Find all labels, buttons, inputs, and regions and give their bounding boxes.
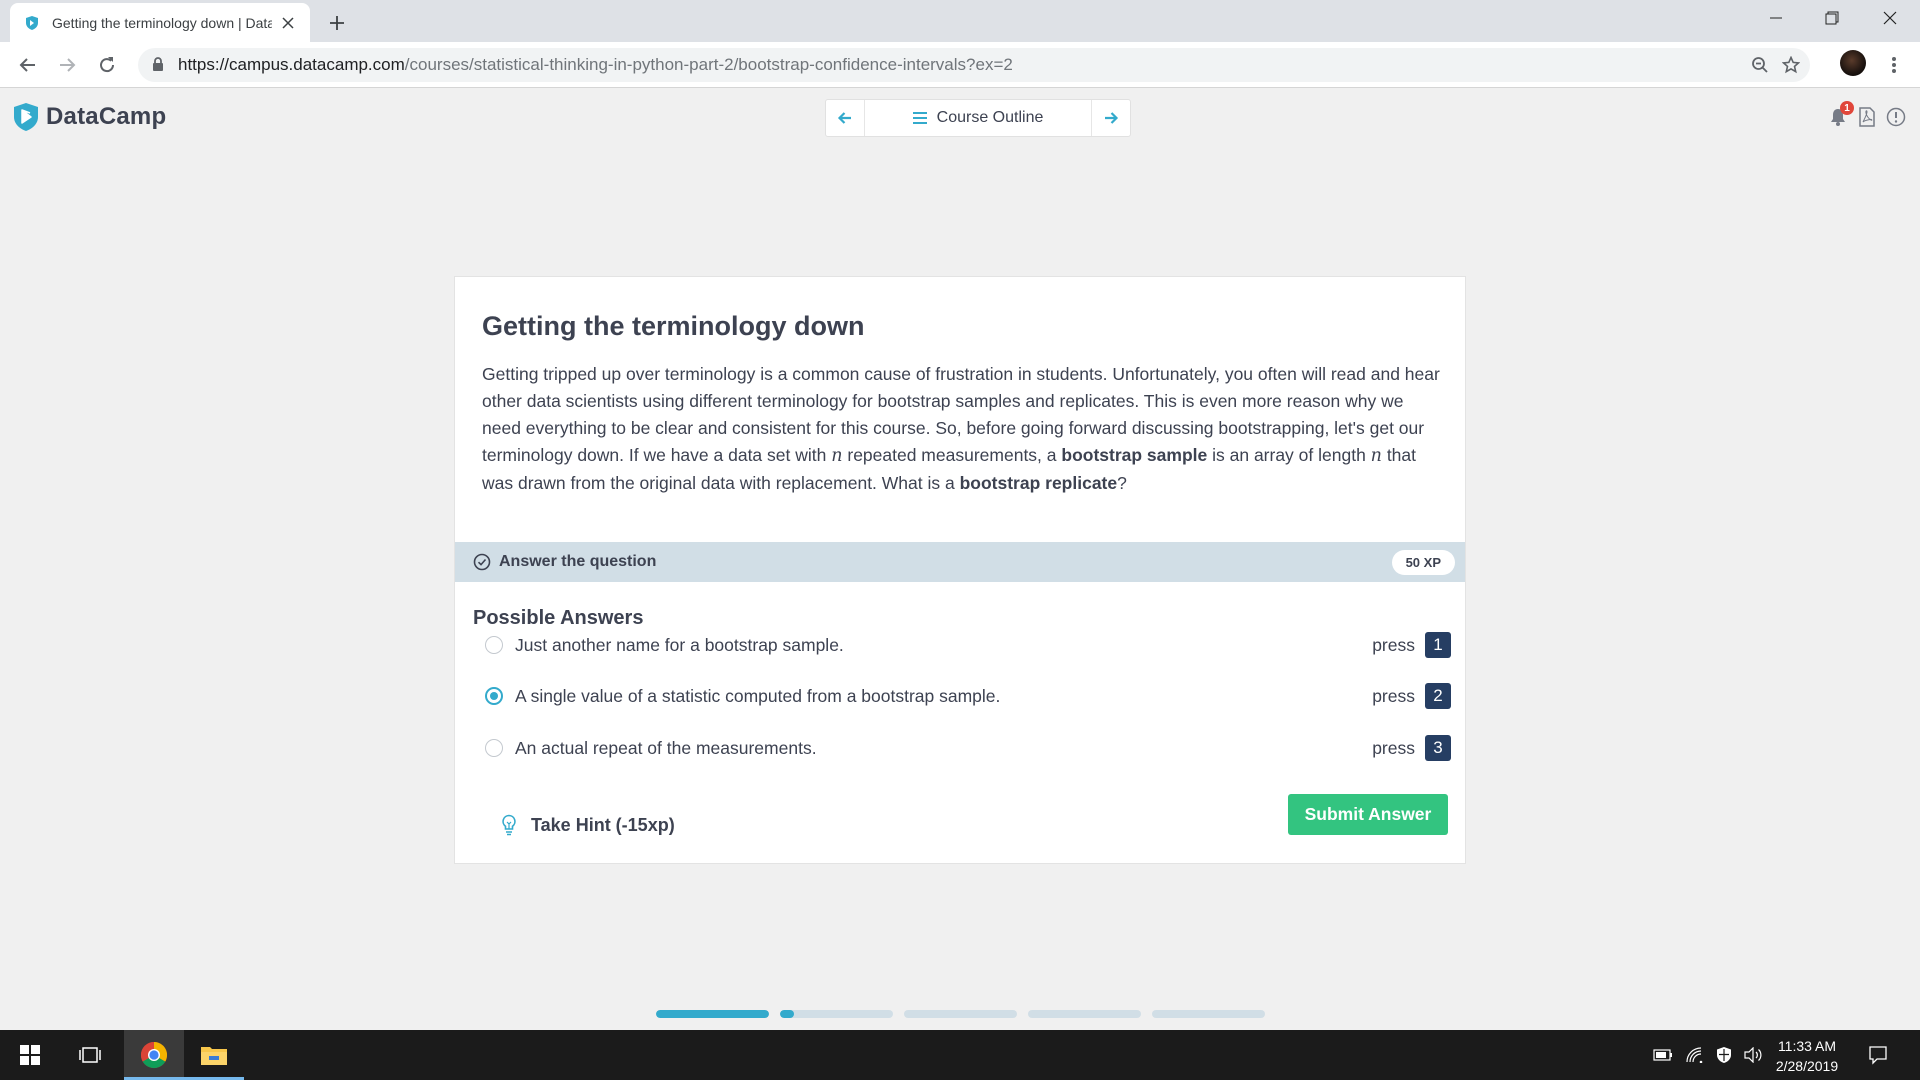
hint-label: Take Hint (-15xp)	[531, 814, 675, 835]
chrome-taskbar-icon[interactable]	[124, 1030, 184, 1080]
description-text: ?	[1117, 473, 1127, 493]
clock-time: 11:33 AM	[1777, 1038, 1837, 1054]
menu-icon	[912, 112, 927, 124]
progress-fill	[656, 1010, 769, 1018]
press-label: press	[1372, 737, 1415, 758]
task-view-icon[interactable]	[60, 1030, 120, 1080]
report-issue-icon[interactable]	[1884, 105, 1908, 129]
volume-icon[interactable]	[1742, 1045, 1764, 1065]
radio-button-selected[interactable]	[485, 687, 503, 705]
radio-button[interactable]	[485, 739, 503, 757]
lightbulb-icon	[501, 814, 519, 836]
clock-date: 2/28/2019	[1775, 1058, 1839, 1074]
browser-toolbar: https://campus.datacamp.com/courses/stat…	[0, 42, 1920, 88]
wifi-icon[interactable]	[1684, 1045, 1706, 1065]
possible-answers-title: Possible Answers	[473, 607, 644, 629]
description-bold: bootstrap sample	[1061, 445, 1208, 465]
exercise-card: Getting the terminology down Getting tri…	[454, 276, 1466, 864]
url-path: /courses/statistical-thinking-in-python-…	[404, 55, 1013, 74]
answer-text: Just another name for a bootstrap sample…	[515, 634, 844, 655]
security-shield-icon[interactable]	[1713, 1045, 1735, 1065]
answer-option-2[interactable]: A single value of a statistic computed f…	[485, 681, 1451, 711]
system-clock[interactable]: 11:33 AM 2/28/2019	[1762, 1036, 1852, 1076]
math-variable: n	[1370, 446, 1382, 466]
battery-icon[interactable]	[1652, 1045, 1674, 1065]
url-text: https://campus.datacamp.com/courses/stat…	[178, 55, 1013, 75]
new-tab-button[interactable]	[322, 8, 352, 38]
progress-segment	[1152, 1010, 1265, 1018]
datacamp-favicon-icon	[24, 15, 40, 31]
datacamp-logo[interactable]: DataCamp	[10, 101, 166, 133]
xp-badge: 50 XP	[1391, 550, 1455, 575]
arrow-left-icon	[837, 112, 851, 124]
url-host: https://campus.datacamp.com	[178, 55, 405, 74]
browser-tab-strip: Getting the terminology down | DataCamp	[0, 0, 1920, 42]
question-label: Answer the question	[499, 553, 657, 570]
restore-window-icon[interactable]	[1804, 0, 1860, 36]
course-outline-button[interactable]: Course Outline	[864, 100, 1092, 136]
back-arrow-icon[interactable]	[12, 49, 44, 81]
address-bar[interactable]: https://campus.datacamp.com/courses/stat…	[138, 48, 1810, 82]
arrow-right-icon	[1105, 112, 1119, 124]
lock-icon	[152, 57, 166, 73]
progress-segment	[904, 1010, 1017, 1018]
press-label: press	[1372, 634, 1415, 655]
keyboard-shortcut-key: 2	[1425, 683, 1451, 709]
answer-option-1[interactable]: Just another name for a bootstrap sample…	[485, 630, 1451, 660]
answer-option-3[interactable]: An actual repeat of the measurements. pr…	[485, 733, 1451, 763]
app-header: DataCamp Course Outline 1	[0, 89, 1920, 143]
exercise-description: Getting tripped up over terminology is a…	[482, 361, 1442, 497]
question-bar: Answer the question 50 XP	[455, 542, 1465, 582]
profile-avatar[interactable]	[1840, 50, 1866, 76]
exercise-progress	[656, 1010, 1265, 1018]
take-hint-button[interactable]: Take Hint (-15xp)	[501, 814, 675, 836]
logo-text: DataCamp	[46, 103, 167, 130]
description-text: is an array of length	[1207, 445, 1371, 465]
answer-text: A single value of a statistic computed f…	[515, 685, 1001, 706]
description-text: repeated measurements, a	[842, 445, 1062, 465]
next-exercise-button[interactable]	[1092, 100, 1130, 136]
radio-button[interactable]	[485, 636, 503, 654]
exercise-title: Getting the terminology down	[482, 311, 865, 341]
course-outline-label: Course Outline	[936, 109, 1044, 126]
windows-start-icon[interactable]	[0, 1030, 60, 1080]
tab-title: Getting the terminology down | DataCamp	[52, 14, 272, 31]
progress-segment	[656, 1010, 769, 1018]
reload-icon[interactable]	[91, 49, 123, 81]
bookmark-star-icon[interactable]	[1774, 48, 1808, 82]
description-bold: bootstrap replicate	[959, 473, 1118, 493]
progress-segment	[1028, 1010, 1141, 1018]
notification-count-badge: 1	[1840, 101, 1854, 115]
progress-segment	[780, 1010, 893, 1018]
keyboard-shortcut-key: 3	[1425, 735, 1451, 761]
zoom-icon[interactable]	[1743, 48, 1777, 82]
browser-menu-icon[interactable]	[1880, 49, 1908, 81]
windows-taskbar: 11:33 AM 2/28/2019	[0, 1030, 1920, 1080]
keyboard-shortcut-key: 1	[1425, 632, 1451, 658]
action-center-icon[interactable]	[1866, 1043, 1890, 1067]
answer-text: An actual repeat of the measurements.	[515, 737, 817, 758]
math-variable: n	[831, 446, 843, 466]
close-window-icon[interactable]	[1862, 0, 1918, 36]
press-label: press	[1372, 685, 1415, 706]
check-circle-icon	[473, 553, 491, 571]
forward-arrow-icon[interactable]	[51, 49, 83, 81]
file-explorer-icon[interactable]	[184, 1030, 244, 1080]
minimize-window-icon[interactable]	[1748, 0, 1804, 36]
course-navigation: Course Outline	[825, 99, 1131, 137]
tab-close-icon[interactable]	[278, 13, 298, 33]
previous-exercise-button[interactable]	[826, 100, 864, 136]
datacamp-logo-icon	[10, 101, 42, 133]
browser-tab[interactable]: Getting the terminology down | DataCamp	[10, 3, 310, 42]
submit-answer-button[interactable]: Submit Answer	[1288, 794, 1448, 835]
progress-fill	[780, 1010, 794, 1018]
pdf-slides-icon[interactable]	[1855, 105, 1879, 129]
